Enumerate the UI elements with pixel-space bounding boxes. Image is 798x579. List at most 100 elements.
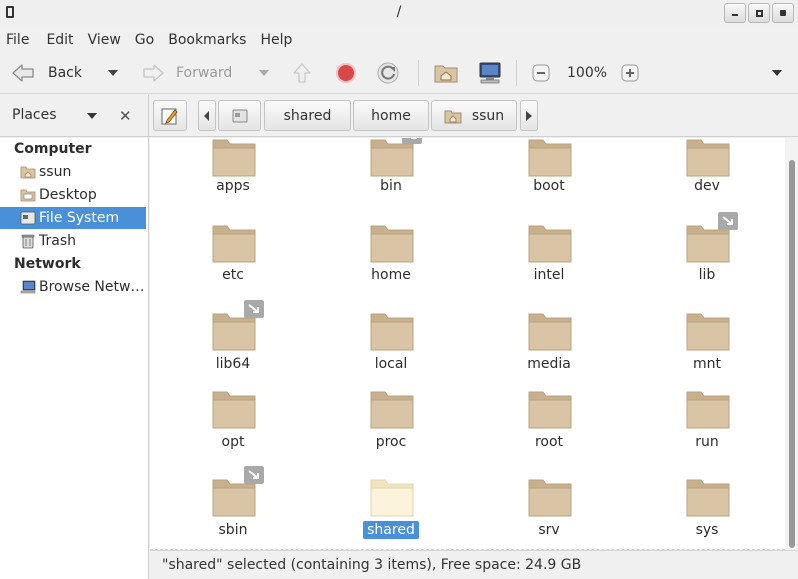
parent-folder-button[interactable] [290,61,314,85]
folder-icon [686,313,730,351]
file-name: media [489,356,609,372]
file-name-text: home [371,267,411,283]
edit-location-button[interactable] [153,100,187,131]
menu-view[interactable]: View [88,32,121,48]
chevron-down-icon [772,70,782,76]
file-name-text: srv [538,522,560,538]
back-arrow-icon [12,64,34,82]
menu-bar: File Edit View Go Bookmarks Help [0,28,798,52]
breadcrumb-ssun[interactable]: ssun [431,100,517,131]
back-history-dropdown[interactable] [107,61,119,85]
maximize-button[interactable] [748,3,770,23]
breadcrumb-shared[interactable]: shared [264,100,351,131]
zoom-out-icon [532,64,550,82]
close-side-pane-icon[interactable]: ✕ [119,107,132,125]
window-title: / [396,4,402,20]
menu-help[interactable]: Help [260,32,292,48]
breadcrumb-root[interactable] [218,100,261,131]
sidebar-item-file-system[interactable]: File System [0,207,146,229]
zoom-in-icon [621,64,639,82]
file-name: sys [647,522,767,538]
toolbar-separator [516,60,517,86]
computer-button[interactable] [477,61,503,85]
back-button[interactable]: Back [10,61,82,85]
file-item[interactable]: sys [647,138,767,538]
sidebar-item-desktop[interactable]: Desktop [0,184,146,206]
sidebar-item-label: ssun [39,164,72,180]
file-name: proc [331,434,451,450]
sidebar-item-ssun[interactable]: ssun [0,161,146,183]
file-name: lib64 [173,356,293,372]
file-name-text: sbin [218,522,248,538]
file-item[interactable]: srv [489,138,609,538]
folder-icon [528,479,572,517]
folder-icon [528,313,572,351]
minimize-button[interactable] [724,3,746,23]
close-button[interactable] [772,3,794,23]
breadcrumb-scroll-right[interactable] [520,100,538,131]
maximize-icon [755,9,763,17]
file-name: run [647,434,767,450]
side-pane-selector[interactable]: Places [12,107,57,123]
stop-button[interactable] [335,61,357,85]
menu-edit[interactable]: Edit [46,32,73,48]
file-name-text: sys [695,522,719,538]
network-icon [20,279,36,295]
minimize-icon [732,14,738,16]
file-name: shared [331,521,451,539]
sidebar-heading-network: Network [14,256,81,272]
zoom-in-button[interactable] [621,61,639,85]
forward-arrow-icon [143,64,164,82]
breadcrumb-scroll-left[interactable] [198,100,216,131]
up-arrow-icon [293,63,311,83]
sidebar-item-browse-network[interactable]: Browse Netw… [0,276,146,298]
forward-button[interactable]: Forward [142,61,232,85]
menu-file[interactable]: File [6,32,29,48]
file-name-text: root [534,434,564,450]
file-item[interactable]: shared [331,138,451,539]
menu-go[interactable]: Go [135,32,154,48]
file-name: etc [173,267,293,283]
forward-history-dropdown[interactable] [258,61,270,85]
folder-icon [686,479,730,517]
vertical-scrollbar[interactable] [785,138,798,550]
file-name-text: etc [222,267,244,283]
folder-icon [528,391,572,429]
file-name: intel [489,267,609,283]
sidebar-item-trash[interactable]: Trash [0,230,146,252]
file-name-text: media [527,356,571,372]
toolbar-separator [418,60,419,86]
folder-icon [212,391,256,429]
chevron-down-icon[interactable] [86,112,98,120]
scrollbar-thumb[interactable] [789,160,795,548]
trash-icon [20,233,36,249]
home-button[interactable] [433,61,459,85]
breadcrumb-home[interactable]: home [353,100,429,131]
reload-button[interactable] [376,61,400,85]
desktop-folder-icon [20,187,36,203]
file-name-text: lib64 [215,356,251,372]
chevron-left-icon [204,110,209,121]
home-folder-icon [20,164,36,180]
file-manager-window: / File Edit View Go Bookmarks Help Back … [0,0,798,579]
home-folder-icon [444,110,462,123]
chevron-down-icon [259,70,269,76]
toolbar-overflow-button[interactable] [771,61,783,85]
folder-icon [370,479,414,517]
file-item[interactable]: sbin [173,138,293,538]
drive-icon [232,109,247,122]
chevron-right-icon [526,110,532,121]
forward-label: Forward [176,65,233,81]
zoom-out-button[interactable] [532,61,550,85]
file-name-text: run [695,434,719,450]
folder-icon [686,391,730,429]
sidebar-item-label: Browse Netw… [39,279,145,295]
back-label: Back [48,65,82,81]
menu-bookmarks[interactable]: Bookmarks [168,32,246,48]
pane-divider[interactable] [148,95,149,579]
symlink-emblem-icon [244,466,264,484]
sidebar-heading-computer: Computer [14,141,92,157]
file-name: opt [173,434,293,450]
file-name: sbin [173,522,293,538]
file-name-text: proc [375,434,407,450]
